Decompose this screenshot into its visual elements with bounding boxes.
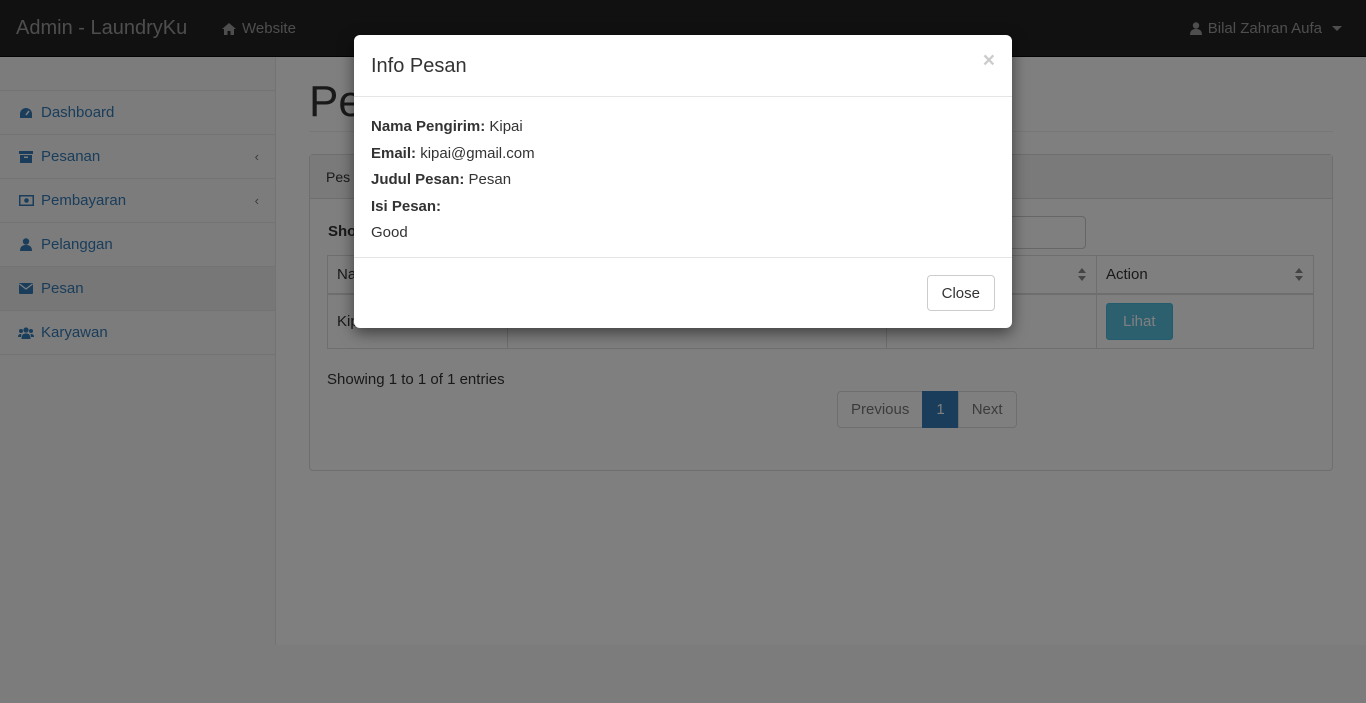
close-icon[interactable]: ×: [983, 49, 995, 73]
close-button[interactable]: Close: [926, 275, 995, 311]
body-label-row: Isi Pesan:: [371, 194, 995, 221]
email-row: Email: kipai@gmail.com: [371, 141, 995, 168]
modal-body: Nama Pengirim: Kipai Email: kipai@gmail.…: [354, 97, 1012, 258]
subject-label: Judul Pesan:: [371, 171, 465, 188]
subject-value: Pesan: [468, 171, 512, 188]
sender-value: Kipai: [489, 118, 523, 135]
modal-title: Info Pesan: [371, 55, 467, 77]
sender-row: Nama Pengirim: Kipai: [371, 114, 995, 141]
info-message-modal: Info Pesan × Nama Pengirim: Kipai Email:…: [354, 35, 1012, 328]
message-body: Good: [371, 224, 408, 241]
sender-label: Nama Pengirim:: [371, 118, 486, 135]
body-label: Isi Pesan:: [371, 197, 442, 215]
modal-header: Info Pesan ×: [354, 35, 1012, 97]
modal-footer: Close: [354, 258, 1012, 328]
email-value: kipai@gmail.com: [420, 144, 535, 162]
subject-row: Judul Pesan: Pesan: [371, 167, 995, 194]
email-label: Email:: [371, 144, 417, 162]
